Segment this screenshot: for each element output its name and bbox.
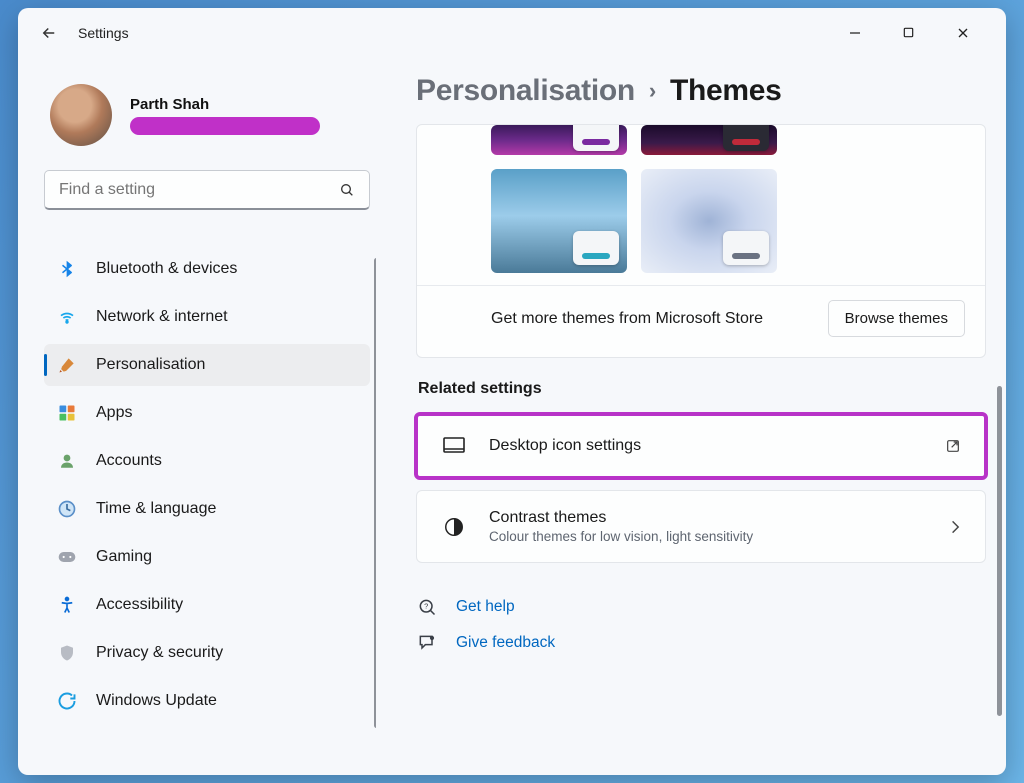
row-title: Contrast themes: [489, 509, 927, 527]
apps-icon: [56, 402, 78, 424]
theme-tile[interactable]: [491, 125, 627, 155]
paintbrush-icon: [56, 354, 78, 376]
sidebar-item-accessibility[interactable]: Accessibility: [44, 584, 370, 626]
sidebar-item-time-language[interactable]: Time & language: [44, 488, 370, 530]
maximize-button[interactable]: [902, 26, 926, 40]
sidebar-item-label: Gaming: [96, 548, 152, 566]
theme-tile[interactable]: [491, 169, 627, 273]
nav-item-partial[interactable]: [44, 224, 370, 242]
feedback-icon: [416, 633, 438, 653]
link-label[interactable]: Give feedback: [456, 634, 555, 652]
sidebar-item-label: Accounts: [96, 452, 162, 470]
globe-clock-icon: [56, 498, 78, 520]
related-settings-heading: Related settings: [418, 380, 986, 398]
shield-icon: [56, 642, 78, 664]
svg-text:?: ?: [424, 602, 428, 611]
sidebar-item-label: Accessibility: [96, 596, 183, 614]
update-icon: [56, 690, 78, 712]
sidebar: Parth Shah Bluetooth & devices: [18, 52, 388, 775]
sidebar-item-label: Time & language: [96, 500, 216, 518]
titlebar: Settings: [18, 8, 1006, 52]
minimize-button[interactable]: [848, 26, 872, 40]
sidebar-item-privacy[interactable]: Privacy & security: [44, 632, 370, 674]
get-help-link[interactable]: ? Get help: [416, 589, 986, 625]
browse-themes-button[interactable]: Browse themes: [828, 300, 965, 337]
back-button[interactable]: [40, 24, 64, 42]
sidebar-item-label: Privacy & security: [96, 644, 223, 662]
row-subtitle: Colour themes for low vision, light sens…: [489, 529, 927, 544]
give-feedback-link[interactable]: Give feedback: [416, 625, 986, 661]
nav-list: Bluetooth & devices Network & internet P…: [44, 224, 376, 744]
sidebar-item-apps[interactable]: Apps: [44, 392, 370, 434]
theme-tile[interactable]: [641, 125, 777, 155]
user-email-redacted: [130, 117, 320, 135]
wifi-icon: [56, 306, 78, 328]
desktop-icon-settings-row[interactable]: Desktop icon settings: [416, 414, 986, 478]
user-profile[interactable]: Parth Shah: [44, 70, 376, 164]
app-title: Settings: [78, 25, 129, 41]
sidebar-item-label: Personalisation: [96, 356, 205, 374]
help-icon: ?: [416, 597, 438, 617]
sidebar-item-bluetooth[interactable]: Bluetooth & devices: [44, 248, 370, 290]
sidebar-scrollbar[interactable]: [374, 258, 376, 728]
desktop-icon: [441, 433, 467, 459]
chevron-right-icon: ›: [649, 78, 656, 104]
contrast-icon: [441, 514, 467, 540]
contrast-themes-row[interactable]: Contrast themes Colour themes for low vi…: [416, 490, 986, 563]
search-icon: [339, 182, 355, 198]
breadcrumb: Personalisation › Themes: [416, 74, 986, 108]
bluetooth-icon: [56, 258, 78, 280]
sidebar-item-personalisation[interactable]: Personalisation: [44, 344, 370, 386]
person-icon: [56, 450, 78, 472]
settings-window: Settings Parth Shah: [18, 8, 1006, 775]
sidebar-item-label: Bluetooth & devices: [96, 260, 237, 278]
sidebar-item-label: Apps: [96, 404, 132, 422]
search-box[interactable]: [44, 170, 370, 210]
avatar: [50, 84, 112, 146]
breadcrumb-current: Themes: [670, 74, 782, 108]
row-title: Desktop icon settings: [489, 437, 923, 455]
sidebar-item-label: Windows Update: [96, 692, 217, 710]
user-name: Parth Shah: [130, 96, 320, 113]
sidebar-item-network[interactable]: Network & internet: [44, 296, 370, 338]
search-input[interactable]: [59, 181, 339, 199]
gamepad-icon: [56, 546, 78, 568]
open-external-icon: [945, 438, 961, 454]
themes-card: Get more themes from Microsoft Store Bro…: [416, 124, 986, 358]
breadcrumb-parent[interactable]: Personalisation: [416, 74, 635, 108]
main-scrollbar[interactable]: [997, 386, 1002, 716]
sidebar-item-label: Network & internet: [96, 308, 228, 326]
link-label[interactable]: Get help: [456, 598, 515, 616]
accessibility-icon: [56, 594, 78, 616]
sidebar-item-windows-update[interactable]: Windows Update: [44, 680, 370, 722]
sidebar-item-gaming[interactable]: Gaming: [44, 536, 370, 578]
theme-tile[interactable]: [641, 169, 777, 273]
main-panel: Personalisation › Themes: [388, 52, 1006, 775]
chevron-right-icon: [949, 519, 961, 535]
sidebar-item-accounts[interactable]: Accounts: [44, 440, 370, 482]
close-button[interactable]: [956, 26, 980, 40]
more-themes-label: Get more themes from Microsoft Store: [491, 308, 763, 330]
